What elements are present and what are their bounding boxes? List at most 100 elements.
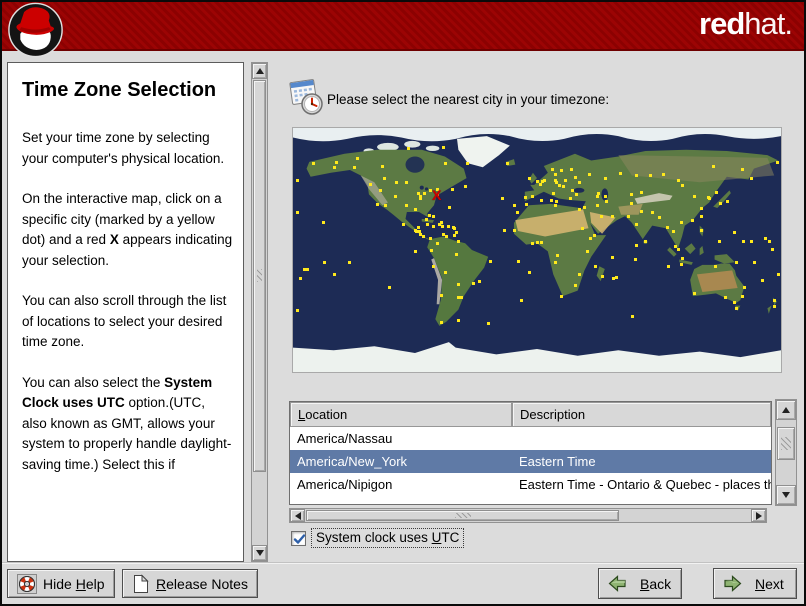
city-dot[interactable] <box>503 228 507 232</box>
city-dot[interactable] <box>298 277 302 281</box>
city-dot[interactable] <box>573 284 577 288</box>
city-dot[interactable] <box>457 239 461 243</box>
city-dot[interactable] <box>640 190 644 194</box>
utc-checkbox[interactable] <box>291 530 306 546</box>
city-dot[interactable] <box>700 206 704 210</box>
scroll-up-button[interactable] <box>252 63 267 79</box>
city-dot[interactable] <box>446 224 450 228</box>
city-dot[interactable] <box>401 223 405 227</box>
table-vscrollbar-thumb[interactable] <box>777 427 795 460</box>
city-dot[interactable] <box>560 169 564 173</box>
city-dot[interactable] <box>629 193 633 197</box>
city-dot[interactable] <box>666 225 670 229</box>
column-header-location[interactable]: Location <box>290 402 512 427</box>
city-dot[interactable] <box>414 208 417 212</box>
city-dot[interactable] <box>416 225 420 229</box>
city-dot[interactable] <box>651 211 655 215</box>
city-dot[interactable] <box>690 219 694 223</box>
city-dot[interactable] <box>556 254 560 258</box>
city-dot[interactable] <box>321 220 325 224</box>
city-dot[interactable] <box>601 274 605 278</box>
city-dot[interactable] <box>523 196 527 200</box>
city-dot[interactable] <box>740 295 744 299</box>
table-row[interactable]: America/New_York Eastern Time <box>290 450 771 473</box>
city-dot[interactable] <box>671 230 675 234</box>
city-dot[interactable] <box>700 215 704 219</box>
city-dot[interactable] <box>743 285 747 289</box>
city-dot[interactable] <box>393 194 397 198</box>
city-dot[interactable] <box>725 200 729 204</box>
city-dot[interactable] <box>536 240 539 244</box>
city-dot[interactable] <box>553 204 557 208</box>
city-dot[interactable] <box>542 178 546 182</box>
city-dot[interactable] <box>676 178 680 182</box>
city-dot[interactable] <box>633 258 637 262</box>
city-dot[interactable] <box>540 240 544 244</box>
city-dot[interactable] <box>457 282 461 286</box>
city-dot[interactable] <box>487 322 491 326</box>
release-notes-button[interactable]: Release Notes <box>122 569 258 598</box>
city-dot[interactable] <box>431 215 435 219</box>
city-dot[interactable] <box>595 194 599 198</box>
city-dot[interactable] <box>700 228 704 232</box>
city-dot[interactable] <box>724 296 728 300</box>
city-dot[interactable] <box>439 220 443 224</box>
city-dot[interactable] <box>564 178 568 182</box>
city-dot[interactable] <box>395 181 399 185</box>
city-dot[interactable] <box>560 295 564 299</box>
city-dot[interactable] <box>424 217 428 221</box>
city-dot[interactable] <box>515 211 519 215</box>
city-dot[interactable] <box>388 285 392 289</box>
city-dot[interactable] <box>595 204 599 208</box>
back-button[interactable]: Back <box>598 568 682 599</box>
city-dot[interactable] <box>443 270 447 274</box>
city-dot[interactable] <box>335 160 339 164</box>
city-dot[interactable] <box>512 228 516 232</box>
city-dot[interactable] <box>404 204 408 208</box>
table-hscrollbar-thumb[interactable] <box>306 510 619 521</box>
city-dot[interactable] <box>296 308 300 312</box>
city-dot[interactable] <box>442 145 446 149</box>
city-dot[interactable] <box>750 239 754 243</box>
city-dot[interactable] <box>506 162 510 166</box>
city-dot[interactable] <box>460 296 464 300</box>
city-dot[interactable] <box>742 239 746 243</box>
city-dot[interactable] <box>770 247 774 251</box>
city-dot[interactable] <box>634 243 638 247</box>
city-dot[interactable] <box>382 177 386 181</box>
city-dot[interactable] <box>610 215 614 219</box>
city-dot[interactable] <box>422 235 426 239</box>
city-dot[interactable] <box>571 189 575 193</box>
city-dot[interactable] <box>767 239 771 243</box>
timezone-table[interactable]: Location Description America/Nassau Ameri… <box>289 401 772 505</box>
city-dot[interactable] <box>500 197 504 201</box>
city-dot[interactable] <box>439 320 443 324</box>
city-dot[interactable] <box>719 201 722 205</box>
city-dot[interactable] <box>431 224 435 228</box>
city-dot[interactable] <box>674 244 678 248</box>
city-dot[interactable] <box>369 182 373 186</box>
city-dot[interactable] <box>640 209 644 213</box>
city-dot[interactable] <box>569 167 573 171</box>
city-dot[interactable] <box>568 197 572 201</box>
city-dot[interactable] <box>450 188 454 191</box>
city-dot[interactable] <box>557 183 561 187</box>
table-scroll-up-button[interactable] <box>776 400 796 420</box>
column-header-description[interactable]: Description <box>512 402 771 427</box>
city-dot[interactable] <box>554 181 558 185</box>
city-dot[interactable] <box>610 255 614 259</box>
city-dot[interactable] <box>438 223 442 227</box>
city-dot[interactable] <box>634 223 638 227</box>
world-map[interactable]: X <box>292 127 782 373</box>
city-dot[interactable] <box>583 205 587 209</box>
city-dot[interactable] <box>693 292 697 296</box>
city-dot[interactable] <box>430 249 434 252</box>
city-dot[interactable] <box>376 202 380 206</box>
city-dot[interactable] <box>618 171 622 175</box>
city-dot[interactable] <box>553 261 557 265</box>
city-dot[interactable] <box>538 182 542 186</box>
city-dot[interactable] <box>540 198 544 202</box>
city-dot[interactable] <box>667 265 671 269</box>
city-dot[interactable] <box>679 220 683 224</box>
city-dot[interactable] <box>578 273 582 277</box>
